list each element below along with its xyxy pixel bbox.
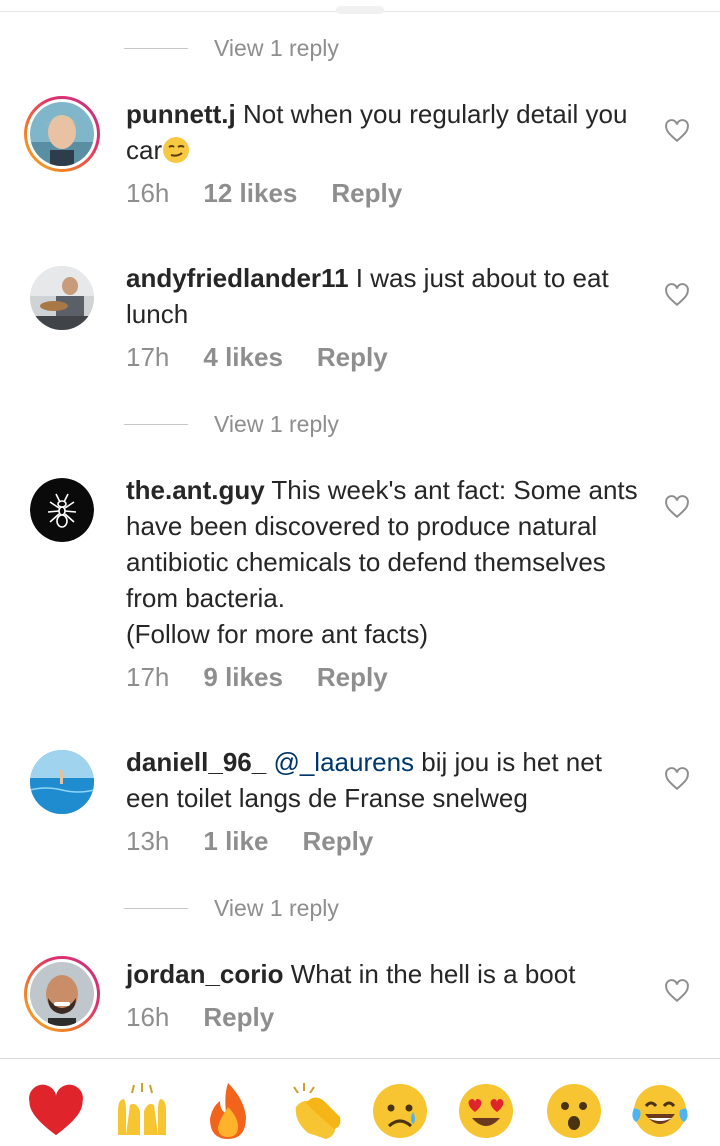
smirk-emoji-icon [163, 137, 190, 163]
comment-text: jordan_corio What in the hell is a boot [126, 956, 646, 992]
comment-meta: 16h Reply [126, 1000, 308, 1034]
view-replies-label: View 1 reply [214, 894, 339, 921]
avatar[interactable] [30, 478, 94, 542]
avatar [30, 102, 94, 166]
reply-button[interactable]: Reply [317, 662, 388, 693]
comment-meta: 17h 9 likes Reply [126, 660, 422, 694]
heart-eyes-icon[interactable] [456, 1081, 516, 1141]
view-replies-label: View 1 reply [214, 410, 339, 437]
avatar[interactable] [30, 750, 94, 814]
comment-text: punnett.j Not when you regularly detail … [126, 96, 646, 168]
likes-count[interactable]: 12 likes [203, 178, 297, 209]
timestamp: 13h [126, 825, 170, 856]
likes-count[interactable]: 1 like [203, 826, 268, 857]
timestamp: 16h [126, 1001, 170, 1032]
avatar [30, 962, 94, 1026]
comment-meta: 13h 1 like Reply [126, 824, 407, 858]
comment-text: andyfriedlander11 I was just about to ea… [126, 260, 646, 332]
comment-body: What in the hell is a boot [283, 959, 576, 989]
likes-count[interactable]: 9 likes [203, 662, 283, 693]
username[interactable]: daniell_96_ [126, 747, 266, 777]
timestamp: 16h [126, 177, 170, 208]
red-heart-icon[interactable] [26, 1081, 86, 1141]
username[interactable]: jordan_corio [126, 959, 283, 989]
timestamp: 17h [126, 341, 170, 372]
quick-reactions-bar [0, 1058, 720, 1146]
view-replies-button[interactable]: View 1 reply [124, 893, 339, 923]
sad-face-icon[interactable] [370, 1081, 430, 1141]
comment-text: daniell_96_ @_laaurens bij jou is het ne… [126, 744, 646, 816]
tears-of-joy-icon[interactable] [630, 1081, 690, 1141]
like-heart-icon[interactable] [664, 494, 690, 520]
avatar-story-ring[interactable] [24, 956, 100, 1032]
reply-button[interactable]: Reply [203, 1002, 274, 1033]
reply-button[interactable]: Reply [317, 342, 388, 373]
view-replies-button[interactable]: View 1 reply [124, 409, 339, 439]
view-replies-button[interactable]: View 1 reply [124, 33, 339, 63]
likes-count[interactable]: 4 likes [203, 342, 283, 373]
like-heart-icon[interactable] [664, 978, 690, 1004]
clapping-hands-icon[interactable] [284, 1081, 344, 1141]
reply-thread-line [124, 423, 188, 425]
comment-text: the.ant.guy This week's ant fact: Some a… [126, 472, 646, 652]
view-replies-label: View 1 reply [214, 34, 339, 61]
reply-button[interactable]: Reply [302, 826, 373, 857]
like-heart-icon[interactable] [664, 766, 690, 792]
comment-body-line: (Follow for more ant facts) [126, 619, 428, 649]
comment-meta: 17h 4 likes Reply [126, 340, 422, 374]
username[interactable]: punnett.j [126, 99, 236, 129]
mention-link[interactable]: @_laaurens [273, 747, 414, 777]
like-heart-icon[interactable] [664, 118, 690, 144]
username[interactable]: the.ant.guy [126, 475, 265, 505]
comment-meta: 16h 12 likes Reply [126, 176, 436, 210]
fire-icon[interactable] [198, 1081, 258, 1141]
avatar-story-ring[interactable] [24, 96, 100, 172]
raising-hands-icon[interactable] [112, 1081, 172, 1141]
surprised-face-icon[interactable] [544, 1081, 604, 1141]
like-heart-icon[interactable] [664, 282, 690, 308]
username[interactable]: andyfriedlander11 [126, 263, 349, 293]
reply-thread-line [124, 907, 188, 909]
timestamp: 17h [126, 661, 170, 692]
reply-button[interactable]: Reply [331, 178, 402, 209]
avatar[interactable] [30, 266, 94, 330]
reply-thread-line [124, 47, 188, 49]
sheet-handle[interactable] [336, 6, 384, 14]
